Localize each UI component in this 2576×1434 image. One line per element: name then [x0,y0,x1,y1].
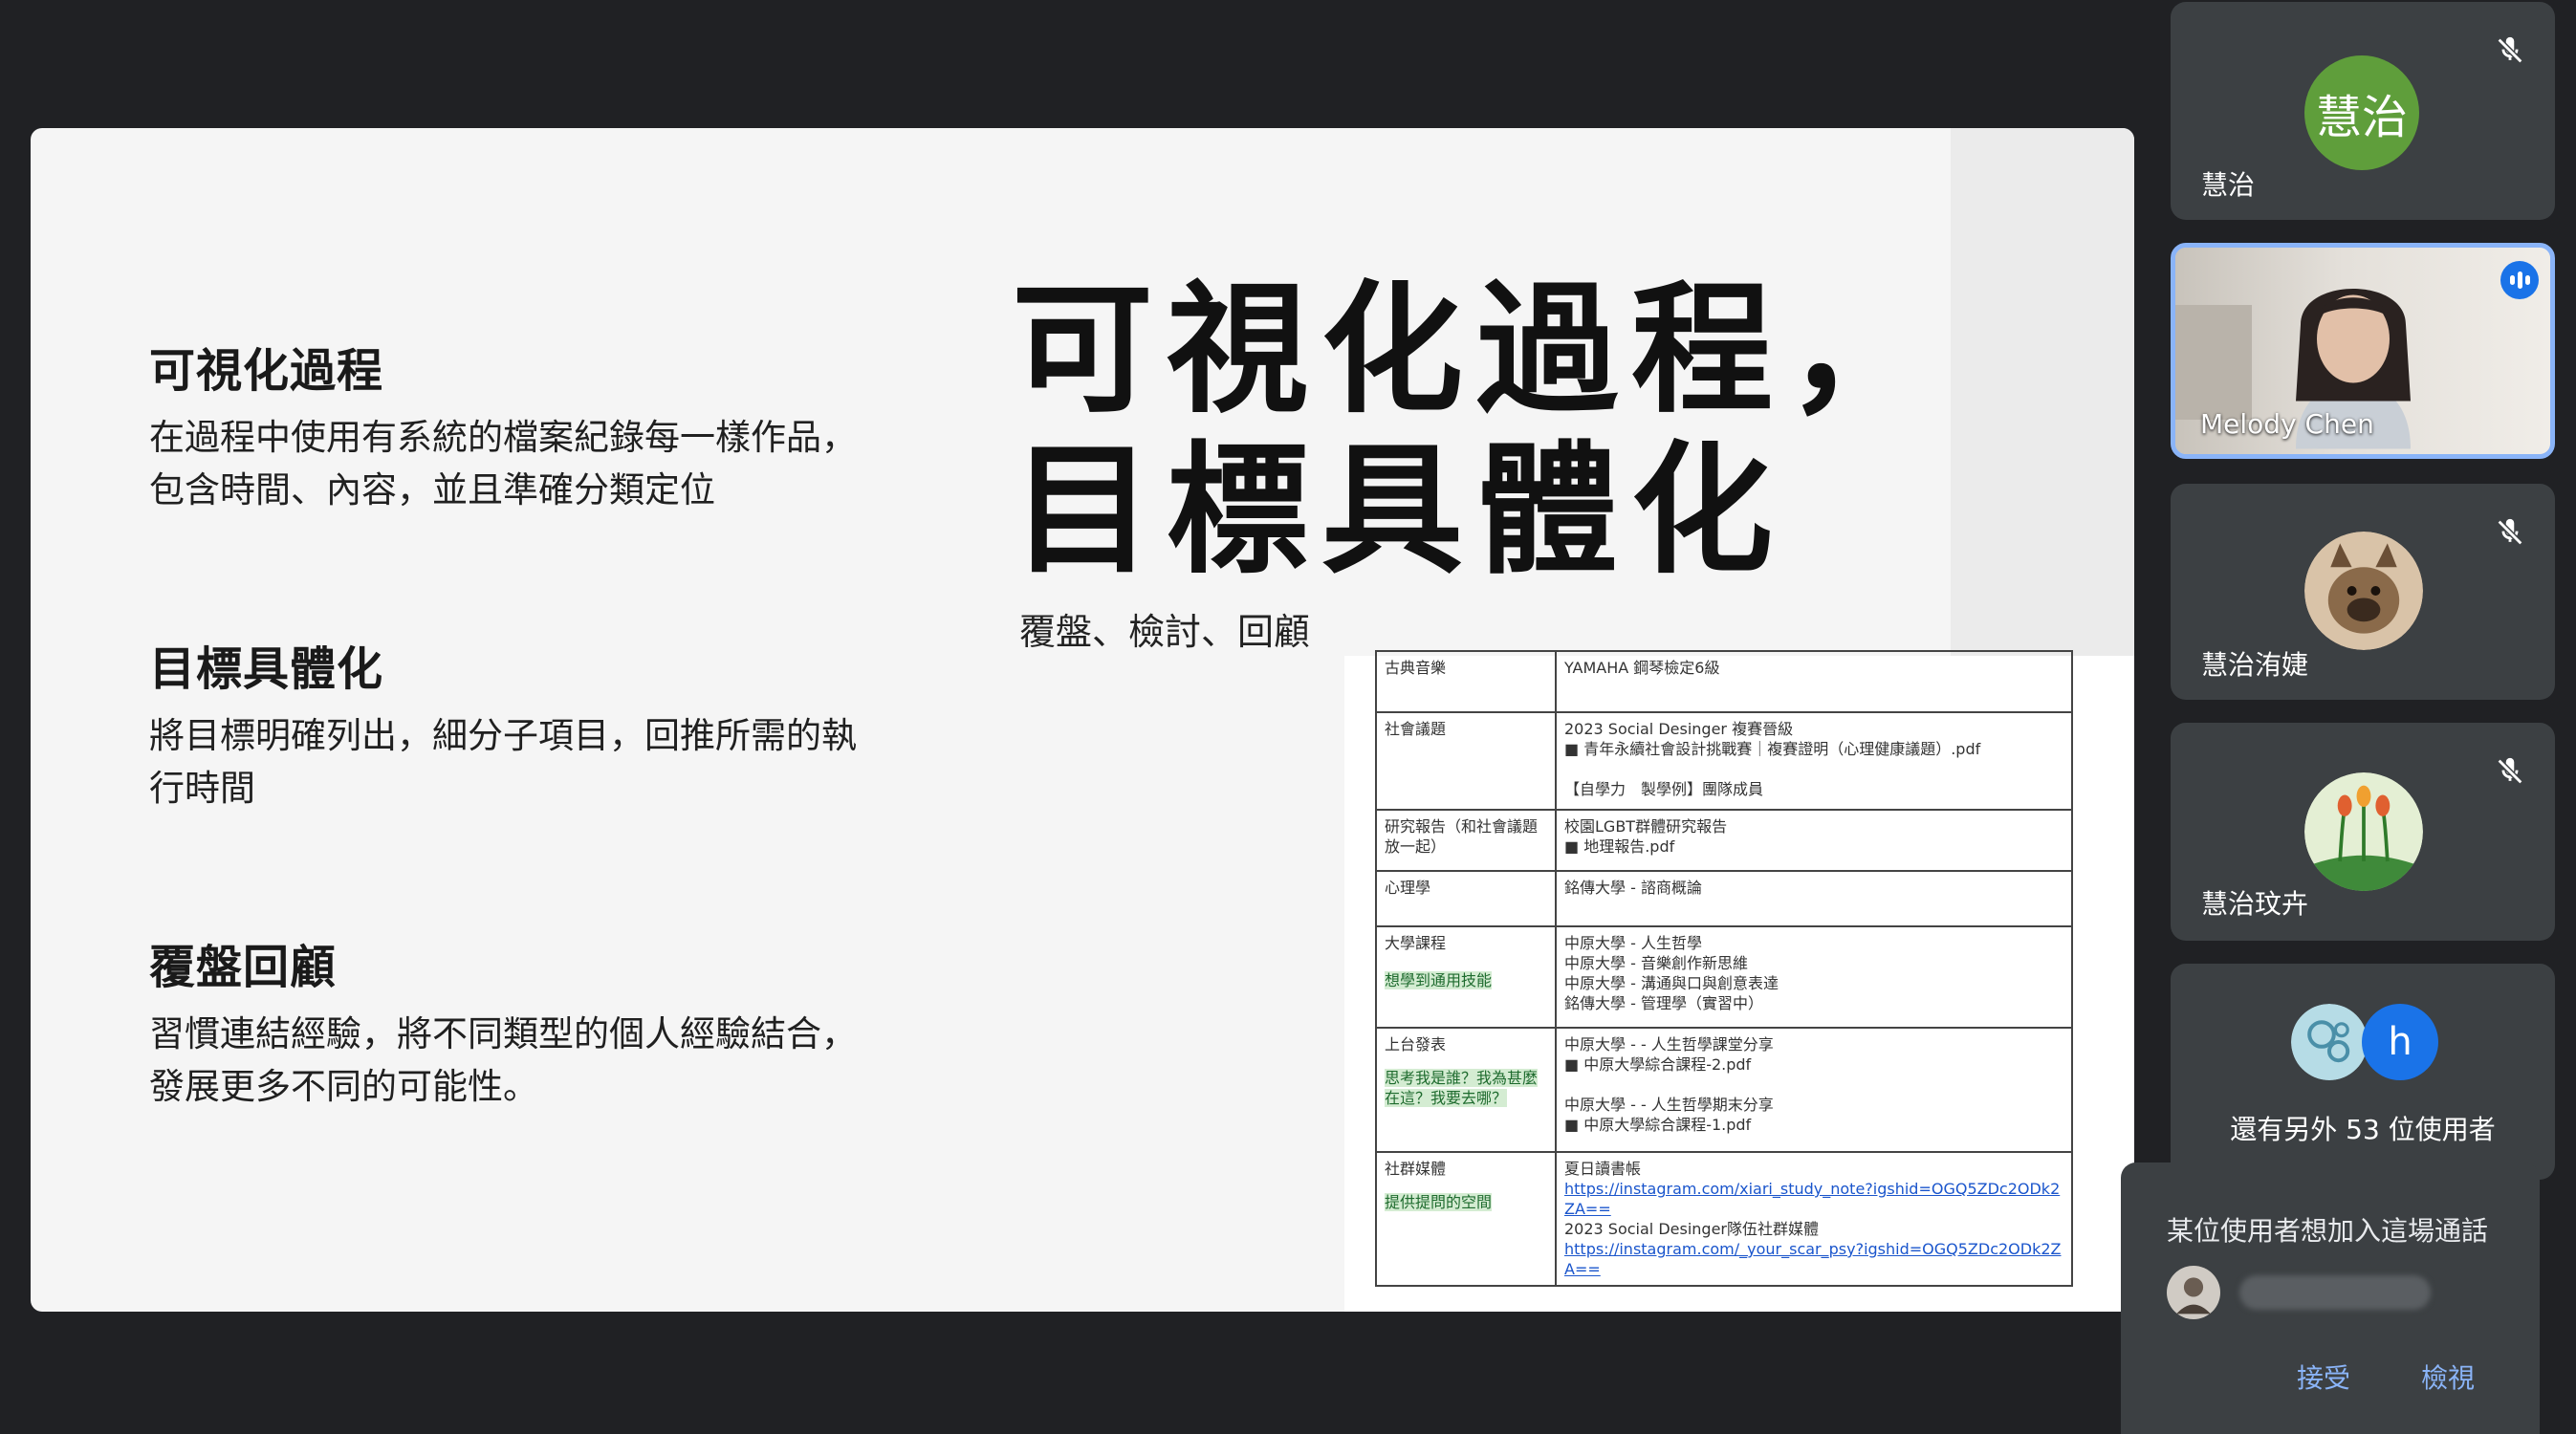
speaking-indicator-icon [2500,261,2539,299]
participant-name: 慧治玟卉 [2201,888,2309,920]
row-line: 中原大學 - 音樂創作新思維 [1564,954,1748,972]
participant-tile-3[interactable]: 慧治洧婕 [2171,484,2555,700]
row-category: 古典音樂 [1375,650,1557,713]
row-category-label: 社群媒體 [1385,1160,1447,1178]
avatar [2291,1004,2368,1080]
document-screenshot: 古典音樂 YAMAHA 鋼琴檢定6級 社會議題 2023 Social Desi… [1344,650,2134,1312]
participant-name: 慧治洧婕 [2201,649,2309,681]
row-line: 中原大學 - - 人生哲學課堂分享 [1564,1035,1774,1054]
row-content: 2023 Social Desinger 複賽晉級 ■ 青年永續社會設計挑戰賽｜… [1555,711,2073,811]
blurred-name [2239,1275,2431,1310]
row-line: ■ 地理報告.pdf [1564,837,1675,856]
other-participants-tile[interactable]: h 還有另外 53 位使用者 [2171,964,2555,1180]
instagram-link[interactable]: https://instagram.com/xiari_study_note?i… [1564,1179,2063,1219]
avatar: h [2362,1004,2438,1080]
participant-tile-4[interactable]: 慧治玟卉 [2171,723,2555,941]
section-title-visualize: 可視化過程 [149,344,384,398]
row-content: YAMAHA 鋼琴檢定6級 [1555,650,2073,713]
row-category-label: 大學課程 [1385,934,1447,952]
others-count-label: 還有另外 53 位使用者 [2230,1114,2496,1145]
join-request-popup: 某位使用者想加入這場通話 接受 檢視 [2121,1162,2540,1434]
row-category: 研究報告（和社會議題放一起） [1375,809,1557,872]
table-row: 古典音樂 YAMAHA 鋼琴檢定6級 [1375,650,2073,713]
section-body-goals: 將目標明確列出，細分子項目，回推所需的執行時間 [149,715,857,809]
table-row: 社會議題 2023 Social Desinger 複賽晉級 ■ 青年永續社會設… [1375,711,2073,811]
row-category: 社群媒體 提供提問的空間 [1375,1151,1557,1287]
row-line: ■ 中原大學綜合課程-1.pdf [1564,1116,1752,1134]
table-row: 大學課程 想學到通用技能 中原大學 - 人生哲學 中原大學 - 音樂創作新思維 … [1375,925,2073,1029]
row-line: 2023 Social Desinger隊伍社群媒體 [1564,1220,1819,1238]
row-line: ■ 青年永續社會設計挑戰賽｜複賽證明（心理健康議題）.pdf [1564,740,1981,758]
row-tag: 思考我是誰？我為甚麼在這？我要去哪？ [1385,1069,1539,1107]
table-row: 上台發表 思考我是誰？我為甚麼在這？我要去哪？ 中原大學 - - 人生哲學課堂分… [1375,1027,2073,1153]
mic-off-icon [2497,518,2523,546]
row-line: 【自學力 製學例】團隊成員 [1564,780,1764,798]
row-content: 校園LGBT群體研究報告 ■ 地理報告.pdf [1555,809,2073,872]
row-tag: 提供提問的空間 [1385,1193,1493,1211]
main-title: 可視化過程， 目標具體化 [1012,270,1968,591]
section-body-review: 習慣連結經驗，將不同類型的個人經驗結合，發展更多不同的可能性。 [149,1013,857,1107]
participant-name: 慧治 [2201,169,2256,201]
row-line: 中原大學 - - 人生哲學期末分享 [1564,1096,1774,1114]
row-line: 校園LGBT群體研究報告 [1564,817,1728,836]
row-line: 銘傳大學 - 諮商概論 [1564,879,1702,897]
row-line: 銘傳大學 - 管理學（實習中） [1564,994,1763,1012]
section-title-goals: 目標具體化 [149,642,384,696]
main-title-line1: 可視化過程， [1012,268,1941,432]
participant-name: Melody Chen [2200,408,2374,440]
avatar: 慧治 [2304,55,2419,170]
row-line: 中原大學 - 人生哲學 [1564,934,1702,952]
main-title-line2: 目標具體化 [1012,428,1786,593]
row-content: 銘傳大學 - 諮商概論 [1555,870,2073,927]
row-category: 心理學 [1375,870,1557,927]
row-content: 中原大學 - - 人生哲學課堂分享 ■ 中原大學綜合課程-2.pdf 中原大學 … [1555,1027,2073,1153]
row-category: 上台發表 思考我是誰？我為甚麼在這？我要去哪？ [1375,1027,1557,1153]
accept-button[interactable]: 接受 [2297,1358,2350,1396]
row-line: 中原大學 - 溝通與口與創意表達 [1564,974,1779,992]
mic-off-icon [2497,757,2523,785]
table-row: 研究報告（和社會議題放一起） 校園LGBT群體研究報告 ■ 地理報告.pdf [1375,809,2073,872]
presentation-slide: 可視化過程 在過程中使用有系統的檔案紀錄每一樣作品，包含時間、內容，並且準確分類… [31,128,2134,1312]
row-category: 社會議題 [1375,711,1557,811]
row-category: 大學課程 想學到通用技能 [1375,925,1557,1029]
row-tag: 想學到通用技能 [1385,971,1493,989]
instagram-link[interactable]: https://instagram.com/_your_scar_psy?igs… [1564,1239,2063,1279]
join-request-message: 某位使用者想加入這場通話 [2167,1215,2489,1247]
mic-off-icon [2497,36,2523,64]
row-line: YAMAHA 鋼琴檢定6級 [1564,659,1720,677]
participant-tile-1[interactable]: 慧治 慧治 [2171,2,2555,220]
avatar [2304,772,2423,891]
table-row: 社群媒體 提供提問的空間 夏日讀書帳 https://instagram.com… [1375,1151,2073,1287]
row-content: 夏日讀書帳 https://instagram.com/xiari_study_… [1555,1151,2073,1287]
main-subtitle: 覆盤、檢討、回顧 [1019,611,1311,653]
participant-tile-2[interactable]: Melody Chen [2171,243,2555,459]
row-line: 夏日讀書帳 [1564,1160,1642,1178]
portfolio-table: 古典音樂 YAMAHA 鋼琴檢定6級 社會議題 2023 Social Desi… [1375,650,2073,1287]
row-content: 中原大學 - 人生哲學 中原大學 - 音樂創作新思維 中原大學 - 溝通與口與創… [1555,925,2073,1029]
view-button[interactable]: 檢視 [2421,1358,2475,1396]
avatar [2167,1266,2220,1319]
row-line: 2023 Social Desinger 複賽晉級 [1564,720,1794,738]
row-category-label: 上台發表 [1385,1035,1447,1054]
avatar [2304,532,2423,650]
section-title-review: 覆盤回顧 [149,941,338,994]
table-row: 心理學 銘傳大學 - 諮商概論 [1375,870,2073,927]
section-body-visualize: 在過程中使用有系統的檔案紀錄每一樣作品，包含時間、內容，並且準確分類定位 [149,417,857,511]
row-line: ■ 中原大學綜合課程-2.pdf [1564,1055,1752,1074]
video-window-frame [2175,305,2252,420]
